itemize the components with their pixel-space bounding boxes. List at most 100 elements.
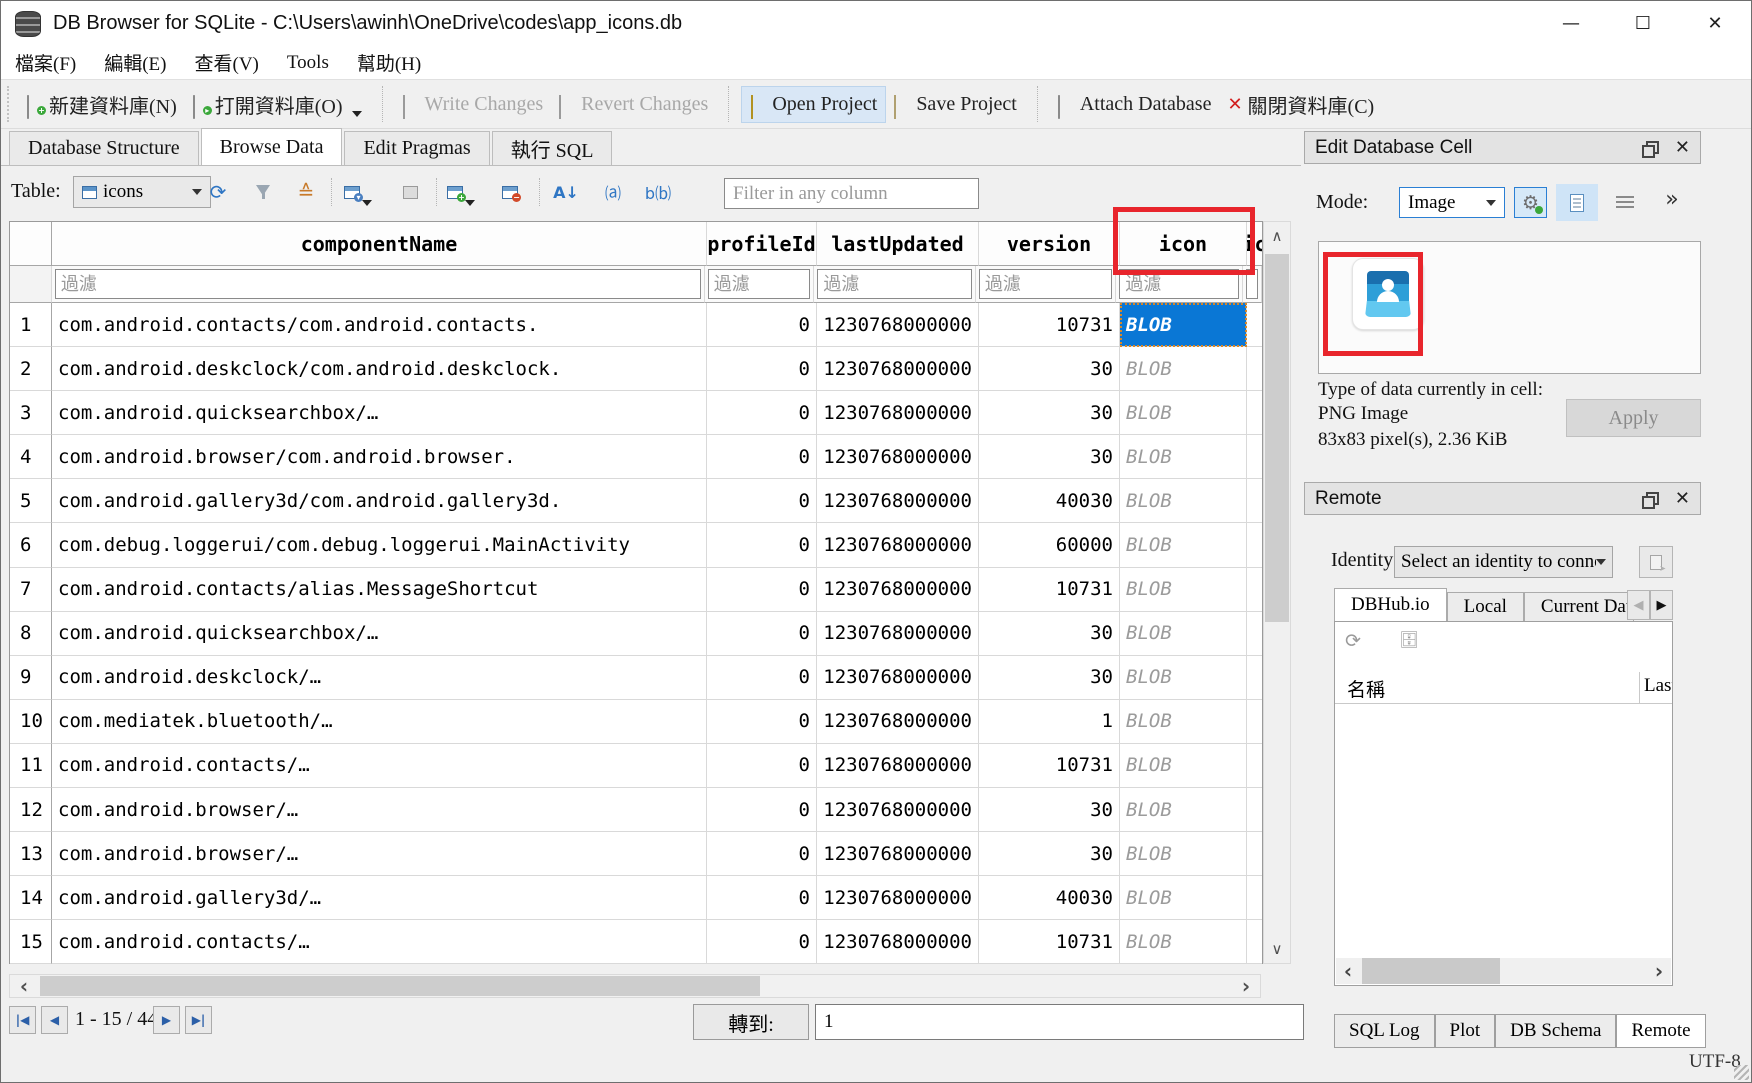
cell-icon[interactable]: BLOB (1120, 832, 1247, 876)
cell-profileId[interactable]: 0 (707, 612, 817, 656)
row-number[interactable]: 7 (10, 568, 52, 612)
cell-version[interactable]: 30 (979, 435, 1120, 479)
mode-select[interactable]: Image (1399, 187, 1505, 218)
import-export-button[interactable]: ⚙ (1514, 187, 1547, 218)
filter-input[interactable] (708, 269, 811, 299)
cell-icon[interactable]: BLOB (1120, 479, 1247, 523)
cell-lastUpdated[interactable]: 1230768000000 (817, 656, 979, 700)
open-project-button[interactable]: Open Project (741, 86, 886, 123)
word-wrap-button[interactable] (1609, 187, 1641, 218)
column-header-version[interactable]: version (979, 222, 1120, 266)
cell-profileId[interactable]: 0 (707, 876, 817, 920)
corner-header[interactable] (10, 222, 52, 266)
cell-icon[interactable]: BLOB (1120, 876, 1247, 920)
goto-record-input[interactable] (815, 1004, 1304, 1040)
cell-componentName[interactable]: com.android.gallery3d/com.android.galler… (52, 479, 707, 523)
row-number[interactable]: 8 (10, 612, 52, 656)
cell-componentName[interactable]: com.android.quicksearchbox/… (52, 612, 707, 656)
menu-view[interactable]: 查看(V) (181, 47, 273, 78)
table-horizontal-scrollbar[interactable]: ‹ › (9, 974, 1261, 998)
scroll-down-icon[interactable]: ∨ (1264, 935, 1290, 963)
row-number[interactable]: 4 (10, 435, 52, 479)
apply-button[interactable]: Apply (1566, 399, 1701, 437)
cell-icon[interactable]: BLOB (1120, 920, 1247, 964)
cell-componentName[interactable]: com.android.browser/com.android.browser. (52, 435, 707, 479)
cell-lastUpdated[interactable]: 1230768000000 (817, 832, 979, 876)
encoding-b-button[interactable]: b⒝ (641, 176, 675, 208)
cell-icon[interactable]: BLOB (1120, 612, 1247, 656)
cell-componentName[interactable]: com.android.browser/… (52, 788, 707, 832)
first-record-button[interactable]: |◀ (9, 1006, 36, 1034)
cell-version[interactable]: 1 (979, 700, 1120, 744)
filter-any-column-input[interactable] (724, 178, 979, 209)
open-database-dropdown-icon[interactable] (352, 111, 362, 117)
dock-tab-sql-log[interactable]: SQL Log (1334, 1014, 1435, 1048)
row-number[interactable]: 6 (10, 523, 52, 567)
cell-componentName[interactable]: com.android.contacts/… (52, 744, 707, 788)
minimize-button[interactable]: — (1535, 1, 1607, 46)
cell-componentName[interactable]: com.android.browser/… (52, 832, 707, 876)
cell-lastUpdated[interactable]: 1230768000000 (817, 479, 979, 523)
cell-lastUpdated[interactable]: 1230768000000 (817, 920, 979, 964)
cell-icon[interactable]: BLOB (1120, 788, 1247, 832)
clear-filters-button[interactable]: ≙ (289, 176, 323, 208)
identity-select[interactable]: Select an identity to conne (1394, 546, 1613, 578)
table-vertical-scrollbar[interactable]: ∧ ∨ (1263, 221, 1291, 964)
cell-componentName[interactable]: com.android.deskclock/… (52, 656, 707, 700)
scroll-right-icon[interactable]: › (1232, 975, 1260, 997)
row-number[interactable]: 5 (10, 479, 52, 523)
cell-profileId[interactable]: 0 (707, 788, 817, 832)
tab-current-database[interactable]: Current Dat (1524, 592, 1634, 621)
resize-grip-icon[interactable] (1734, 1065, 1749, 1080)
remote-horizontal-scrollbar[interactable]: ‹ › (1336, 958, 1671, 984)
cell-version[interactable]: 30 (979, 832, 1120, 876)
sort-az-button[interactable]: A↓ (549, 176, 583, 208)
tab-browse-data[interactable]: Browse Data (201, 128, 343, 165)
cell-version[interactable]: 30 (979, 788, 1120, 832)
row-number[interactable]: 9 (10, 656, 52, 700)
remote-list-header-name[interactable]: 名稱 (1335, 672, 1640, 703)
filter-button[interactable] (246, 176, 280, 208)
save-project-button[interactable]: Save Project (886, 87, 1025, 122)
cell-icon[interactable]: BLOB (1120, 523, 1247, 567)
close-panel-icon[interactable]: ✕ (1675, 488, 1690, 509)
cell-profileId[interactable]: 0 (707, 435, 817, 479)
cell-profileId[interactable]: 0 (707, 391, 817, 435)
close-button[interactable]: ✕ (1679, 1, 1751, 46)
cell-version[interactable]: 10731 (979, 744, 1120, 788)
cell-profileId[interactable]: 0 (707, 656, 817, 700)
column-header-componentName[interactable]: componentName (52, 222, 707, 266)
filter-input[interactable] (979, 269, 1113, 299)
remote-scroll-thumb[interactable] (1362, 958, 1500, 984)
row-number[interactable]: 10 (10, 700, 52, 744)
cell-version[interactable]: 40030 (979, 876, 1120, 920)
row-number[interactable]: 13 (10, 832, 52, 876)
column-header-lastUpdated[interactable]: lastUpdated (817, 222, 979, 266)
cell-profileId[interactable]: 0 (707, 744, 817, 788)
cell-componentName[interactable]: com.android.quicksearchbox/… (52, 391, 707, 435)
cell-profileId[interactable]: 0 (707, 700, 817, 744)
cell-icon[interactable]: BLOB (1120, 435, 1247, 479)
cell-componentName[interactable]: com.android.gallery3d/… (52, 876, 707, 920)
dock-tab-remote[interactable]: Remote (1616, 1014, 1705, 1048)
cell-version[interactable]: 10731 (979, 303, 1120, 347)
save-table-button[interactable]: ▾ (341, 176, 375, 208)
cell-profileId[interactable]: 0 (707, 479, 817, 523)
cell-lastUpdated[interactable]: 1230768000000 (817, 568, 979, 612)
previous-record-button[interactable]: ◀ (41, 1006, 68, 1034)
cell-version[interactable]: 40030 (979, 479, 1120, 523)
cell-componentName[interactable]: com.android.contacts/alias.MessageShortc… (52, 568, 707, 612)
cell-version[interactable]: 10731 (979, 920, 1120, 964)
revert-changes-button[interactable]: Revert Changes (551, 87, 716, 122)
cell-version[interactable]: 60000 (979, 523, 1120, 567)
row-number[interactable]: 3 (10, 391, 52, 435)
column-header-profileId[interactable]: profileId (707, 222, 817, 266)
float-panel-icon[interactable] (1646, 141, 1659, 154)
cell-lastUpdated[interactable]: 1230768000000 (817, 523, 979, 567)
cell-version[interactable]: 30 (979, 391, 1120, 435)
tab-scroll-right-icon[interactable]: ▶ (1650, 590, 1673, 620)
maximize-button[interactable]: ☐ (1607, 1, 1679, 46)
scroll-up-icon[interactable]: ∧ (1264, 222, 1290, 250)
row-number[interactable]: 1 (10, 303, 52, 347)
tab-execute-sql[interactable]: 執行 SQL (492, 131, 613, 165)
